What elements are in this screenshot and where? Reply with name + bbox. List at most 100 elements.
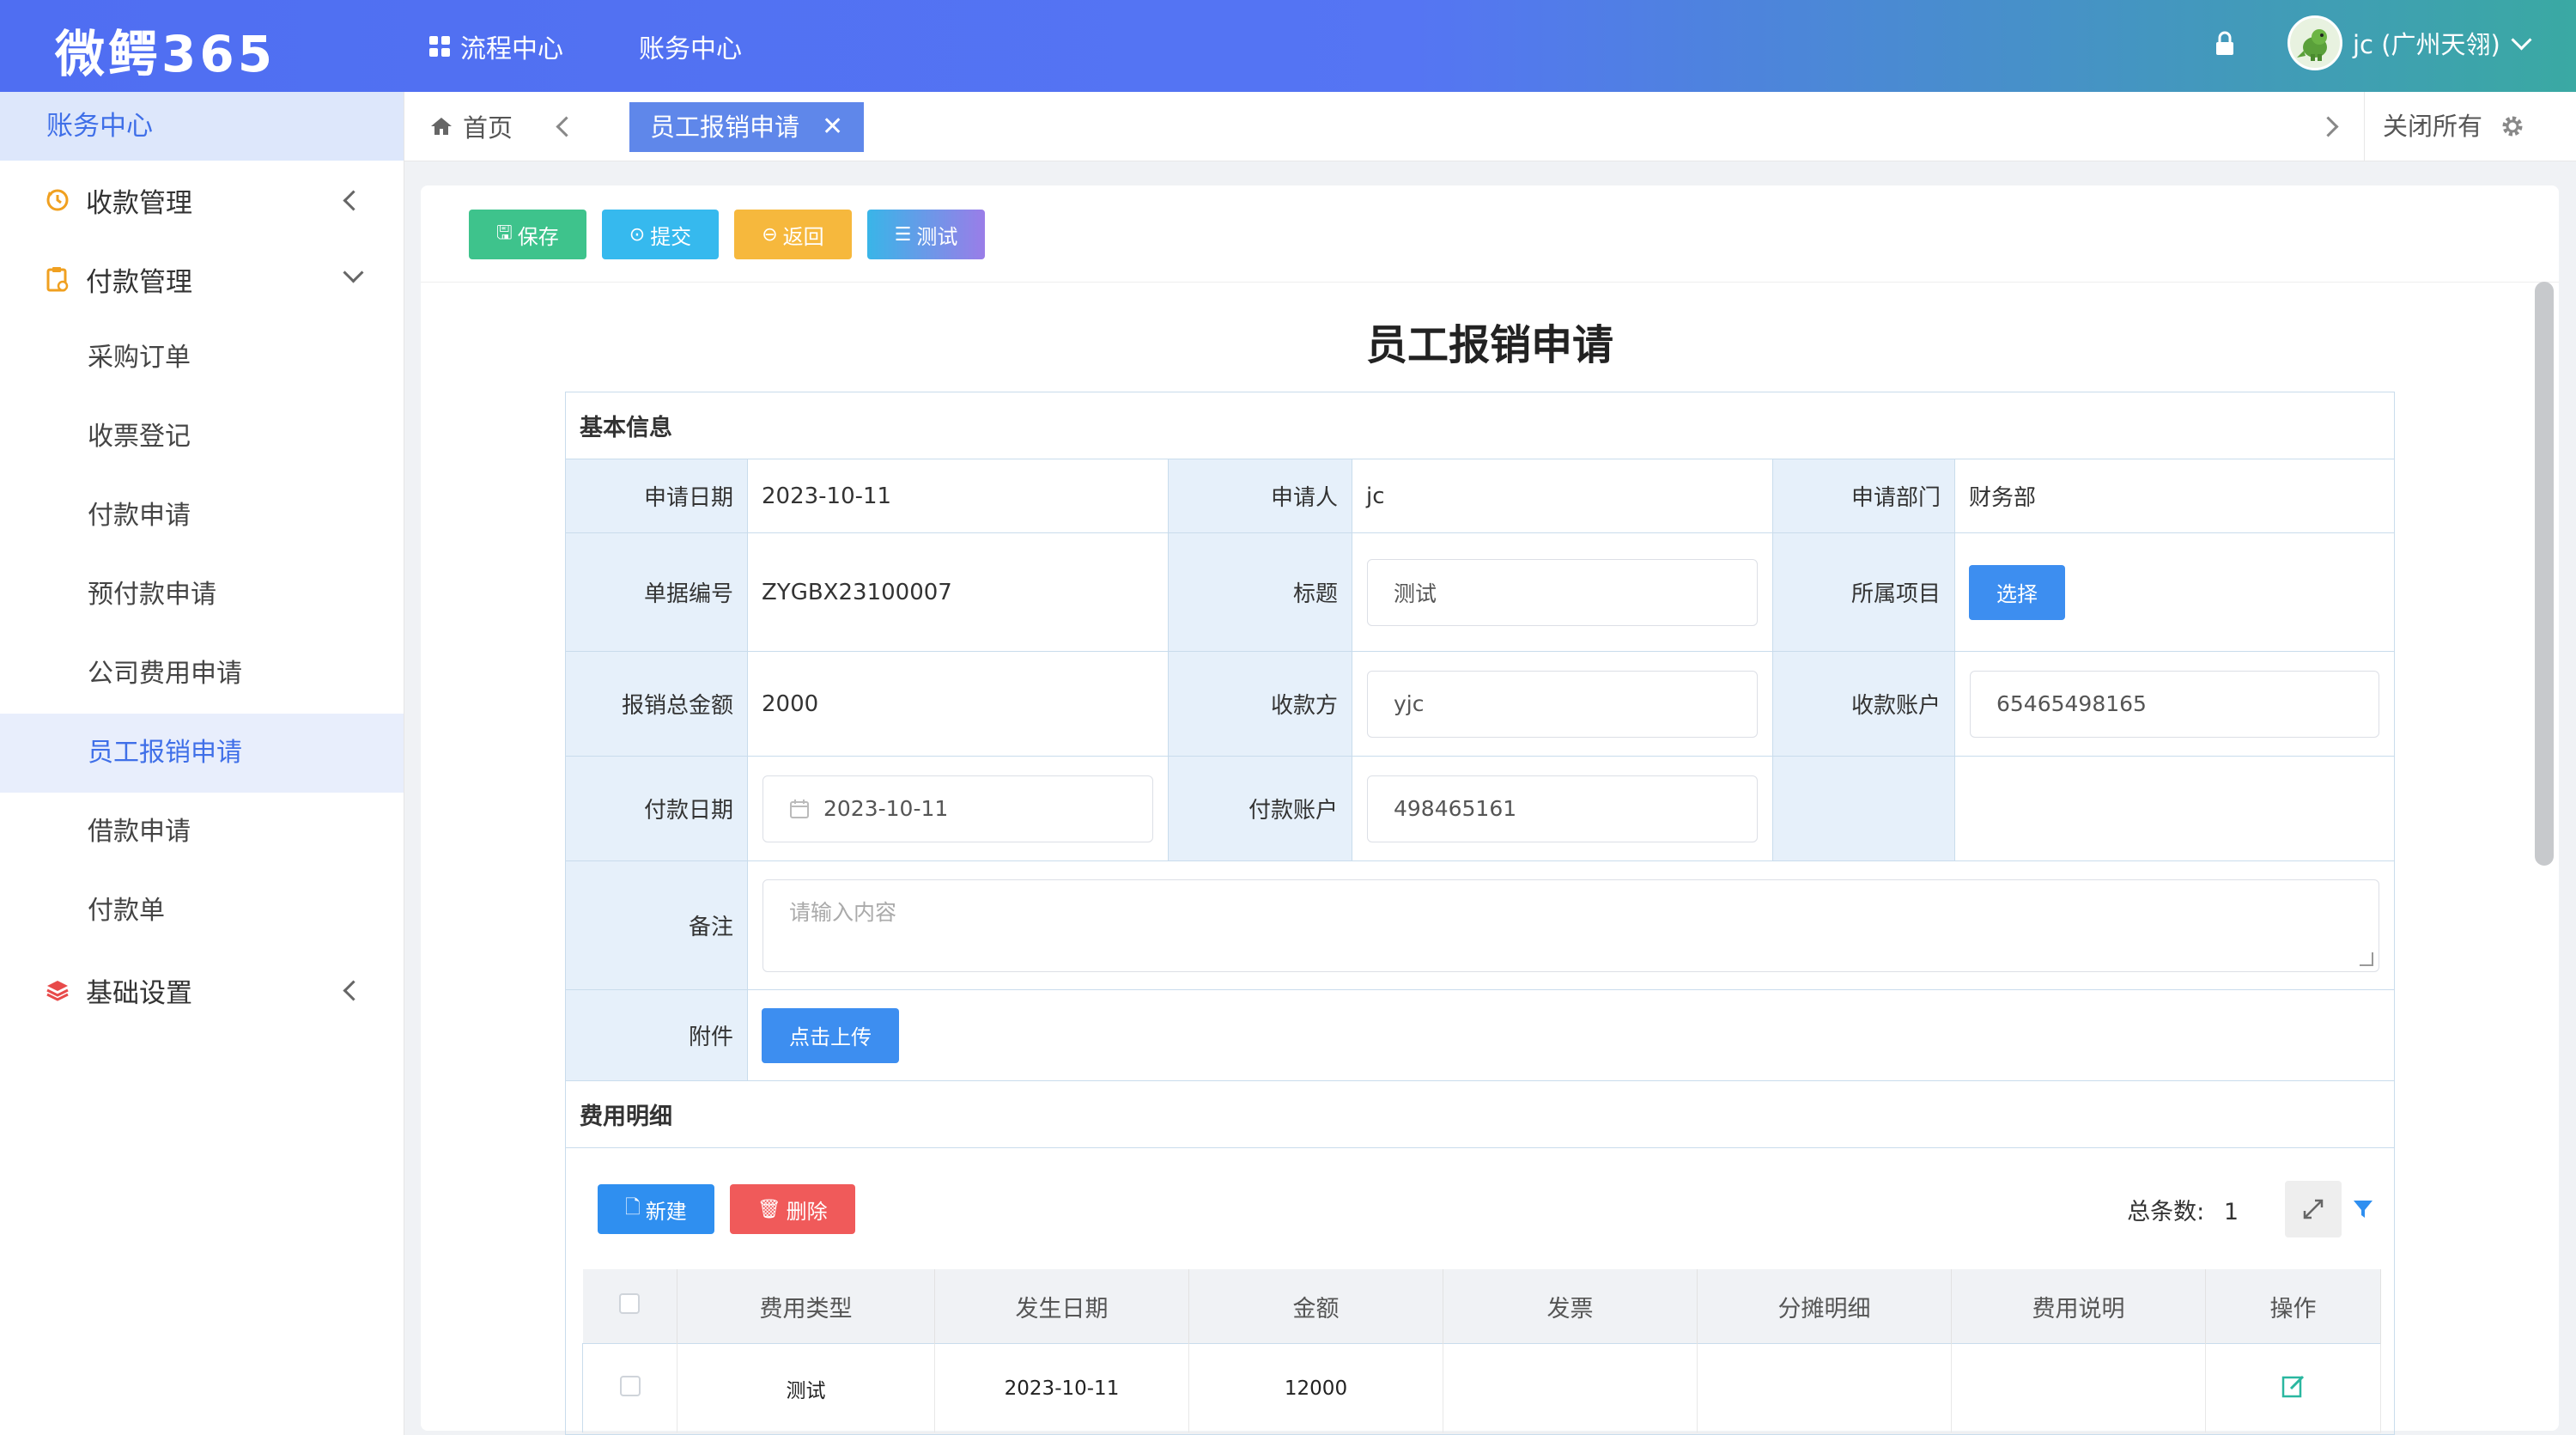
calendar-icon xyxy=(790,799,809,818)
sidebar-item-prepayment-request[interactable]: 预付款申请 xyxy=(0,556,404,635)
list-icon: ☰ xyxy=(894,223,912,246)
cell-date: 2023-10-11 xyxy=(934,1343,1189,1433)
total-count: 总条数: 1 xyxy=(2127,1193,2239,1226)
nav-process-center-label: 流程中心 xyxy=(460,33,563,64)
new-row-button[interactable]: 🗋 新建 xyxy=(598,1184,714,1234)
fullscreen-button[interactable] xyxy=(2285,1181,2342,1237)
tab-employee-reimbursement[interactable]: 员工报销申请 ✕ xyxy=(629,102,865,152)
column-header[interactable]: 分摊明细 xyxy=(1697,1269,1952,1344)
cell-expense-type: 测试 xyxy=(677,1343,935,1433)
expense-details-panel: 🗋 新建 🗑 删除 总条数: 1 费用类型 发生日期 金额 发票 分摊明细 费用… xyxy=(565,1147,2395,1435)
tab-home[interactable]: 首页 xyxy=(430,92,513,161)
column-header[interactable]: 金额 xyxy=(1188,1269,1443,1344)
title-input[interactable]: 测试 xyxy=(1367,558,1758,626)
sidebar-item-employee-reimbursement[interactable]: 员工报销申请 xyxy=(0,714,404,793)
user-menu[interactable]: jc (广州天翎) xyxy=(2287,15,2532,70)
payee-account-input[interactable]: 65465498165 xyxy=(1970,670,2379,738)
delete-row-button[interactable]: 🗑 删除 xyxy=(729,1184,855,1234)
row-checkbox[interactable] xyxy=(619,1375,641,1396)
sidebar-group-label: 付款管理 xyxy=(86,266,192,298)
brand-logo: 微鳄365 xyxy=(55,25,276,83)
applicant-value: jc xyxy=(1352,459,1773,533)
detail-toolbar: 🗋 新建 🗑 删除 总条数: 1 xyxy=(567,1149,2393,1269)
lock-icon[interactable] xyxy=(2215,31,2234,57)
expense-table: 费用类型 发生日期 金额 发票 分摊明细 费用说明 操作 测试 2023-10-… xyxy=(582,1269,2381,1433)
form-table: 基本信息 申请日期 2023-10-11 申请人 jc 申请部门 财务部 单据编… xyxy=(565,392,2395,1435)
sidebar-title: 账务中心 xyxy=(0,92,404,161)
save-button[interactable]: 🖫 保存 xyxy=(469,210,586,259)
nav-finance-center[interactable]: 账务中心 xyxy=(639,27,742,65)
test-label: 测试 xyxy=(916,224,958,249)
pay-account-input[interactable]: 498465161 xyxy=(1367,775,1758,842)
gear-icon[interactable] xyxy=(2500,113,2525,139)
close-icon[interactable]: ✕ xyxy=(822,102,843,152)
divider xyxy=(2364,92,2365,161)
home-icon xyxy=(431,118,452,135)
sidebar-item-purchase-order[interactable]: 采购订单 xyxy=(0,319,404,398)
table-header-row: 费用类型 发生日期 金额 发票 分摊明细 费用说明 操作 xyxy=(582,1269,2381,1344)
nav-process-center[interactable]: 流程中心 xyxy=(429,27,563,65)
test-button[interactable]: ☰ 测试 xyxy=(866,210,986,259)
total-amount-value: 2000 xyxy=(747,651,1169,757)
close-all-tabs-button[interactable]: 关闭所有 xyxy=(2383,92,2482,161)
page-title: 员工报销申请 xyxy=(1365,321,1613,369)
sidebar-item-loan-request[interactable]: 借款申请 xyxy=(0,793,404,872)
column-header[interactable]: 发票 xyxy=(1443,1269,1698,1344)
department-label: 申请部门 xyxy=(1772,459,1955,533)
chevron-down-icon xyxy=(343,262,364,283)
cell-invoice xyxy=(1443,1343,1698,1433)
trash-icon: 🗑 xyxy=(756,1198,781,1220)
dinosaur-icon xyxy=(2297,29,2327,61)
save-icon: 🖫 xyxy=(496,222,513,244)
applicant-label: 申请人 xyxy=(1168,459,1352,533)
doc-no-value: ZYGBX23100007 xyxy=(747,532,1169,652)
column-header[interactable]: 费用类型 xyxy=(677,1269,935,1344)
total-count-label: 总条数: xyxy=(2127,1198,2205,1225)
avatar xyxy=(2287,15,2342,70)
tab-label: 员工报销申请 xyxy=(650,112,800,142)
tab-home-label: 首页 xyxy=(463,113,513,143)
new-label: 新建 xyxy=(645,1199,687,1224)
resize-handle-icon[interactable] xyxy=(2360,952,2373,966)
empty-label-cell xyxy=(1772,756,1955,861)
clipboard-icon xyxy=(45,266,70,292)
sidebar-group-payments[interactable]: 付款管理 xyxy=(0,240,404,319)
expand-icon xyxy=(2303,1199,2324,1219)
column-header[interactable]: 费用说明 xyxy=(1951,1269,2206,1344)
total-amount-label: 报销总金额 xyxy=(565,651,748,757)
table-row[interactable]: 测试 2023-10-11 12000 xyxy=(582,1343,2381,1433)
filter-icon[interactable] xyxy=(2352,1198,2374,1220)
attachment-label: 附件 xyxy=(565,989,748,1081)
save-label: 保存 xyxy=(517,224,559,249)
column-header: 操作 xyxy=(2205,1269,2381,1344)
sidebar-group-label: 收款管理 xyxy=(86,187,192,219)
sidebar-group-receipts[interactable]: 收款管理 xyxy=(0,161,404,240)
project-label: 所属项目 xyxy=(1772,532,1955,652)
doc-no-label: 单据编号 xyxy=(565,532,748,652)
divider xyxy=(421,282,2559,283)
remark-textarea[interactable]: 请输入内容 xyxy=(762,879,2379,972)
edit-icon[interactable] xyxy=(2281,1373,2306,1399)
sidebar-item-payment-request[interactable]: 付款申请 xyxy=(0,477,404,556)
apply-date-label: 申请日期 xyxy=(565,459,748,533)
column-header[interactable]: 发生日期 xyxy=(934,1269,1189,1344)
upload-button[interactable]: 点击上传 xyxy=(762,1007,899,1063)
pay-date-picker[interactable]: 2023-10-11 xyxy=(762,775,1153,842)
select-all-checkbox[interactable] xyxy=(619,1292,641,1314)
tab-scroll-right-icon[interactable] xyxy=(2318,116,2339,137)
payee-input[interactable]: yjc xyxy=(1367,670,1758,738)
grid-icon xyxy=(429,35,450,57)
back-button[interactable]: ⊖ 返回 xyxy=(734,210,852,259)
cell-actions xyxy=(2205,1343,2381,1433)
select-project-button[interactable]: 选择 xyxy=(1969,564,2065,620)
submit-button[interactable]: ⊙ 提交 xyxy=(601,210,720,259)
total-count-value: 1 xyxy=(2223,1198,2239,1225)
top-nav: 流程中心 账务中心 xyxy=(429,0,817,92)
tab-scroll-left-icon[interactable] xyxy=(556,116,577,137)
chevron-left-icon xyxy=(343,980,364,1001)
sidebar-item-invoice-register[interactable]: 收票登记 xyxy=(0,398,404,477)
sidebar-item-payment-slip[interactable]: 付款单 xyxy=(0,872,404,951)
sidebar-group-settings[interactable]: 基础设置 xyxy=(0,951,404,1030)
vertical-scrollbar[interactable] xyxy=(2535,282,2554,866)
sidebar-item-company-expense[interactable]: 公司费用申请 xyxy=(0,635,404,714)
